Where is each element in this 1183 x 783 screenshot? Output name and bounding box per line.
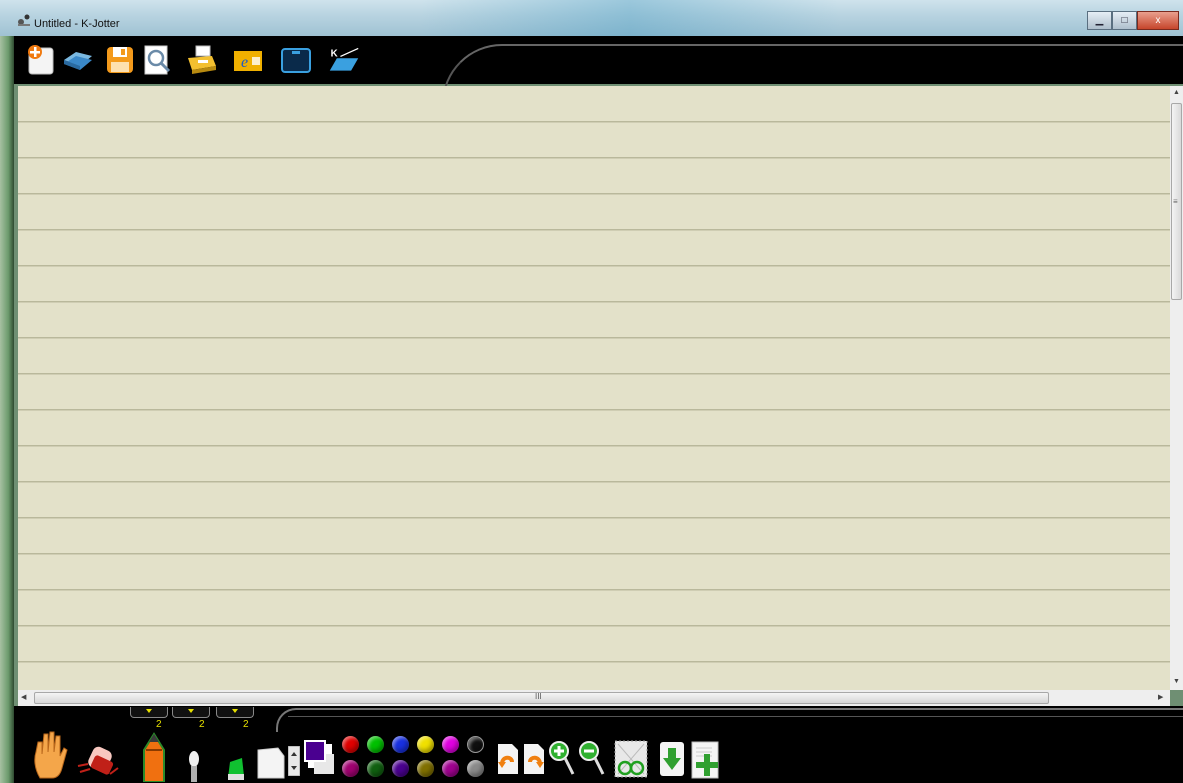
ruled-line (18, 229, 1170, 231)
brush-size-value: 2 (199, 719, 205, 730)
ruled-line (18, 301, 1170, 303)
pencil-icon[interactable] (140, 732, 168, 782)
redo-icon[interactable] (522, 742, 546, 776)
paper-style-icon[interactable] (256, 746, 286, 780)
window-controls: ▁ □ x (1087, 11, 1179, 31)
scroll-left-arrow-icon[interactable]: ◀ (21, 693, 26, 701)
scroll-down-arrow-icon[interactable]: ▼ (1173, 678, 1180, 685)
app-icon (18, 14, 30, 26)
horizontal-grip-icon: III (535, 692, 542, 701)
new-icon[interactable] (26, 44, 58, 76)
hand-icon[interactable] (32, 728, 68, 780)
highlighter-icon[interactable] (226, 754, 246, 780)
title-bar-glare (420, 0, 840, 36)
color-gray[interactable] (467, 760, 484, 777)
ruled-line (18, 337, 1170, 339)
window-icon[interactable] (280, 44, 312, 76)
brush-icon[interactable] (186, 750, 202, 782)
color-blue[interactable] (392, 736, 409, 753)
dropdown-arrow-icon (232, 709, 238, 713)
color-magenta[interactable] (442, 736, 459, 753)
zoom-in-icon[interactable] (548, 740, 576, 778)
eraser-icon[interactable] (76, 744, 120, 780)
ruled-line (18, 661, 1170, 663)
ruled-line (18, 409, 1170, 411)
import-page-icon[interactable] (658, 740, 686, 778)
color-olive[interactable] (417, 760, 434, 777)
bottom-toolbar-line (288, 716, 1183, 727)
undo-icon[interactable] (496, 742, 520, 776)
color-red[interactable] (342, 736, 359, 753)
color-green[interactable] (367, 736, 384, 753)
color-violet[interactable] (442, 760, 459, 777)
ruled-line (18, 445, 1170, 447)
foreground-color-swatch[interactable] (304, 740, 326, 762)
app-window: Untitled - K-Jotter ▁ □ x e K ▲ ≡ ▼ ◀ II… (0, 0, 1183, 783)
ruled-line (18, 265, 1170, 267)
ruled-line (18, 517, 1170, 519)
add-page-icon[interactable] (690, 740, 724, 780)
color-yellow[interactable] (417, 736, 434, 753)
browser-icon[interactable]: e (232, 44, 264, 76)
svg-text:K: K (331, 48, 338, 59)
open-icon[interactable] (62, 44, 94, 76)
preview-icon[interactable] (142, 44, 174, 76)
ruled-line (18, 157, 1170, 159)
scroll-right-arrow-icon[interactable]: ▶ (1158, 693, 1163, 701)
pencil-size-dropdown[interactable] (130, 707, 168, 718)
color-dark-magenta[interactable] (342, 760, 359, 777)
title-bar[interactable]: Untitled - K-Jotter ▁ □ x (0, 0, 1183, 36)
save-icon[interactable] (104, 44, 136, 76)
ruled-line (18, 193, 1170, 195)
top-toolbar: e K (14, 36, 1183, 106)
dropdown-arrow-icon (188, 709, 194, 713)
dropdown-arrow-icon (146, 709, 152, 713)
print-icon[interactable] (186, 44, 218, 76)
ruled-line (18, 553, 1170, 555)
window-frame-left (0, 36, 14, 783)
minimize-button[interactable]: ▁ (1087, 11, 1112, 30)
highlighter-size-value: 2 (243, 719, 249, 730)
ruled-line (18, 373, 1170, 375)
brush-size-dropdown[interactable] (172, 707, 210, 718)
svg-text:e: e (241, 54, 248, 71)
vertical-grip-icon: ≡ (1173, 197, 1178, 206)
highlighter-size-dropdown[interactable] (216, 707, 254, 718)
ruled-line (18, 625, 1170, 627)
drawing-canvas[interactable] (18, 86, 1170, 690)
maximize-button[interactable]: □ (1112, 11, 1137, 30)
ruled-line (18, 121, 1170, 123)
paper-stepper[interactable] (288, 746, 300, 776)
pencil-size-value: 2 (156, 719, 162, 730)
scroll-up-arrow-icon[interactable]: ▲ (1173, 89, 1180, 96)
close-button[interactable]: x (1137, 11, 1179, 30)
color-purple[interactable] (392, 760, 409, 777)
color-dark-green[interactable] (367, 760, 384, 777)
ruled-line (18, 481, 1170, 483)
kjotter-tablet-icon[interactable]: K (328, 44, 360, 76)
zoom-out-icon[interactable] (578, 740, 606, 778)
ruled-line (18, 589, 1170, 591)
view-glasses-icon[interactable] (614, 740, 648, 778)
color-black[interactable] (467, 736, 484, 753)
window-title: Untitled - K-Jotter (34, 18, 120, 30)
